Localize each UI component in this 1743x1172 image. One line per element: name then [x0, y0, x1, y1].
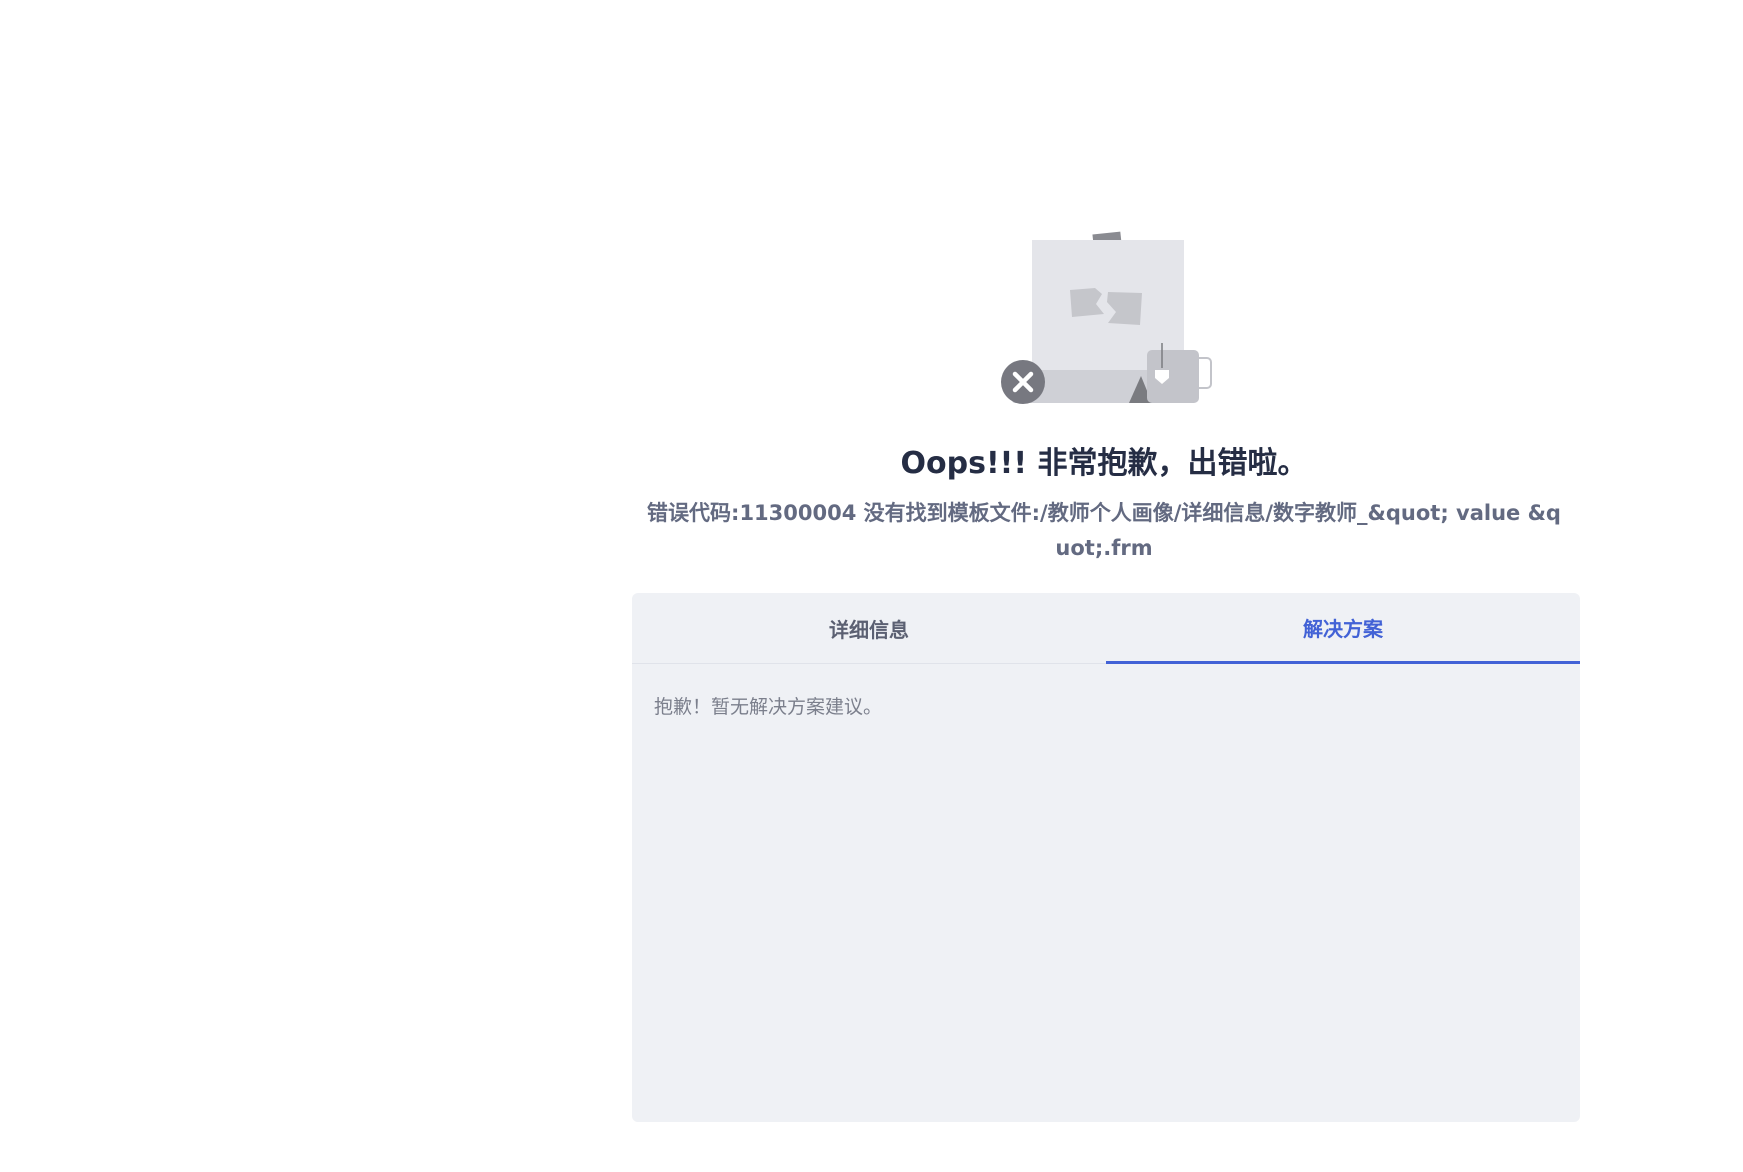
error-page: Oops!!! 非常抱歉，出错啦。 错误代码:11300004 没有找到模板文件…: [0, 0, 1743, 1172]
tab-details[interactable]: 详细信息: [632, 593, 1106, 663]
solution-text: 抱歉！暂无解决方案建议。: [654, 696, 883, 718]
broken-image-icon: [1001, 231, 1212, 404]
tab-solution[interactable]: 解决方案: [1106, 593, 1580, 664]
info-panel: 详细信息 解决方案 抱歉！暂无解决方案建议。: [632, 593, 1580, 1122]
error-message: 错误代码:11300004 没有找到模板文件:/教师个人画像/详细信息/数字教师…: [647, 501, 1561, 560]
solution-content: 抱歉！暂无解决方案建议。: [632, 664, 1580, 747]
tab-bar: 详细信息 解决方案: [632, 593, 1580, 664]
error-title: Oops!!! 非常抱歉，出错啦。: [900, 446, 1308, 481]
